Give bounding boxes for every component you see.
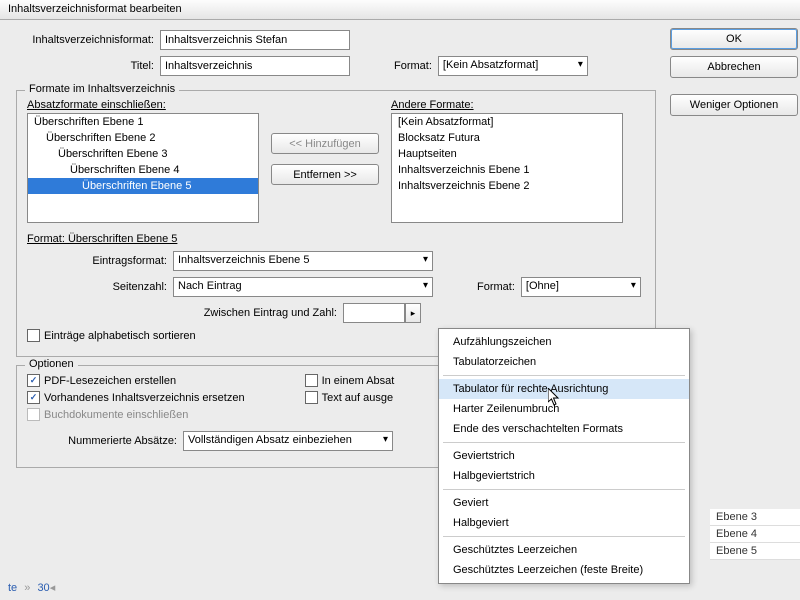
- cancel-button[interactable]: Abbrechen: [670, 56, 798, 78]
- format2-label: Format:: [477, 281, 515, 293]
- between-label: Zwischen Eintrag und Zahl:: [27, 307, 337, 319]
- list-item[interactable]: [Kein Absatzformat]: [392, 114, 622, 130]
- flyout-item[interactable]: Harter Zeilenumbruch: [439, 399, 689, 419]
- inframe-label: In einem Absat: [322, 375, 395, 387]
- list-item: Ebene 4: [710, 526, 800, 543]
- list-item[interactable]: Inhaltsverzeichnis Ebene 2: [392, 178, 622, 194]
- numbered-select[interactable]: Vollständigen Absatz einbeziehen: [183, 431, 393, 451]
- styles-legend: Formate im Inhaltsverzeichnis: [25, 83, 179, 95]
- book-checkbox: [27, 408, 40, 421]
- inframe-checkbox[interactable]: [305, 374, 318, 387]
- title-input[interactable]: [160, 56, 350, 76]
- list-item: Ebene 5: [710, 543, 800, 560]
- numbered-label: Nummerierte Absätze:: [27, 435, 177, 447]
- title-label: Titel:: [16, 60, 154, 72]
- other-listbox[interactable]: [Kein Absatzformat] Blocksatz Futura Hau…: [391, 113, 623, 223]
- book-label: Buchdokumente einschließen: [44, 409, 188, 421]
- flyout-item[interactable]: Geviert: [439, 493, 689, 513]
- header-format-select[interactable]: [Kein Absatzformat]: [438, 56, 588, 76]
- flyout-item[interactable]: Geviertstrich: [439, 446, 689, 466]
- window-titlebar: Inhaltsverzeichnisformat bearbeiten: [0, 0, 800, 20]
- flyout-item[interactable]: Halbgeviert: [439, 513, 689, 533]
- entry-format-label: Eintragsformat:: [27, 255, 167, 267]
- less-options-button[interactable]: Weniger Optionen: [670, 94, 798, 116]
- flyout-item-hover[interactable]: Tabulator für rechte Ausrichtung: [439, 379, 689, 399]
- flyout-item[interactable]: Geschütztes Leerzeichen: [439, 540, 689, 560]
- list-item[interactable]: Überschriften Ebene 3: [28, 146, 258, 162]
- between-input[interactable]: [343, 303, 405, 323]
- sort-alpha-checkbox[interactable]: [27, 329, 40, 342]
- list-item[interactable]: Überschriften Ebene 2: [28, 130, 258, 146]
- hidden-label: Text auf ausge: [322, 392, 394, 404]
- sort-alpha-label: Einträge alphabetisch sortieren: [44, 330, 196, 342]
- replace-label: Vorhandenes Inhaltsverzeichnis ersetzen: [44, 392, 245, 404]
- list-item[interactable]: Hauptseiten: [392, 146, 622, 162]
- flyout-separator: [443, 489, 685, 490]
- flyout-item[interactable]: Ende des verschachtelten Formats: [439, 419, 689, 439]
- pagenum-label: Seitenzahl:: [27, 281, 167, 293]
- other-label: Andere Formate:: [391, 99, 623, 111]
- options-legend: Optionen: [25, 358, 78, 370]
- toc-format-label: Inhaltsverzeichnisformat:: [16, 34, 154, 46]
- list-item[interactable]: Überschriften Ebene 4: [28, 162, 258, 178]
- window-title: Inhaltsverzeichnisformat bearbeiten: [8, 3, 182, 15]
- add-button[interactable]: << Hinzufügen: [271, 133, 379, 154]
- pdf-checkbox[interactable]: [27, 374, 40, 387]
- flyout-separator: [443, 442, 685, 443]
- entry-format-select[interactable]: Inhaltsverzeichnis Ebene 5: [173, 251, 433, 271]
- between-flyout-trigger[interactable]: ▸: [405, 303, 421, 323]
- header-format-label: Format:: [394, 60, 432, 72]
- special-char-flyout[interactable]: Aufzählungszeichen Tabulatorzeichen Tabu…: [438, 328, 690, 584]
- replace-checkbox[interactable]: [27, 391, 40, 404]
- ok-button[interactable]: OK: [670, 28, 798, 50]
- toc-format-input[interactable]: [160, 30, 350, 50]
- list-item[interactable]: Blocksatz Futura: [392, 130, 622, 146]
- background-list: Ebene 3 Ebene 4 Ebene 5: [710, 509, 800, 560]
- list-item[interactable]: Überschriften Ebene 1: [28, 114, 258, 130]
- flyout-item[interactable]: Tabulatorzeichen: [439, 352, 689, 372]
- page-indicator: te » 30◂: [8, 581, 55, 594]
- remove-button[interactable]: Entfernen >>: [271, 164, 379, 185]
- list-item: Ebene 3: [710, 509, 800, 526]
- hidden-checkbox[interactable]: [305, 391, 318, 404]
- flyout-separator: [443, 375, 685, 376]
- pagenum-select[interactable]: Nach Eintrag: [173, 277, 433, 297]
- format2-select[interactable]: [Ohne]: [521, 277, 641, 297]
- flyout-item[interactable]: Geschütztes Leerzeichen (feste Breite): [439, 560, 689, 580]
- include-listbox[interactable]: Überschriften Ebene 1 Überschriften Eben…: [27, 113, 259, 223]
- format-heading: Format: Überschriften Ebene 5: [27, 233, 645, 245]
- list-item-selected[interactable]: Überschriften Ebene 5: [28, 178, 258, 194]
- include-label: Absatzformate einschließen:: [27, 99, 259, 111]
- flyout-item[interactable]: Aufzählungszeichen: [439, 332, 689, 352]
- flyout-separator: [443, 536, 685, 537]
- pdf-label: PDF-Lesezeichen erstellen: [44, 375, 176, 387]
- flyout-item[interactable]: Halbgeviertstrich: [439, 466, 689, 486]
- list-item[interactable]: Inhaltsverzeichnis Ebene 1: [392, 162, 622, 178]
- styles-fieldset: Formate im Inhaltsverzeichnis Absatzform…: [16, 90, 656, 357]
